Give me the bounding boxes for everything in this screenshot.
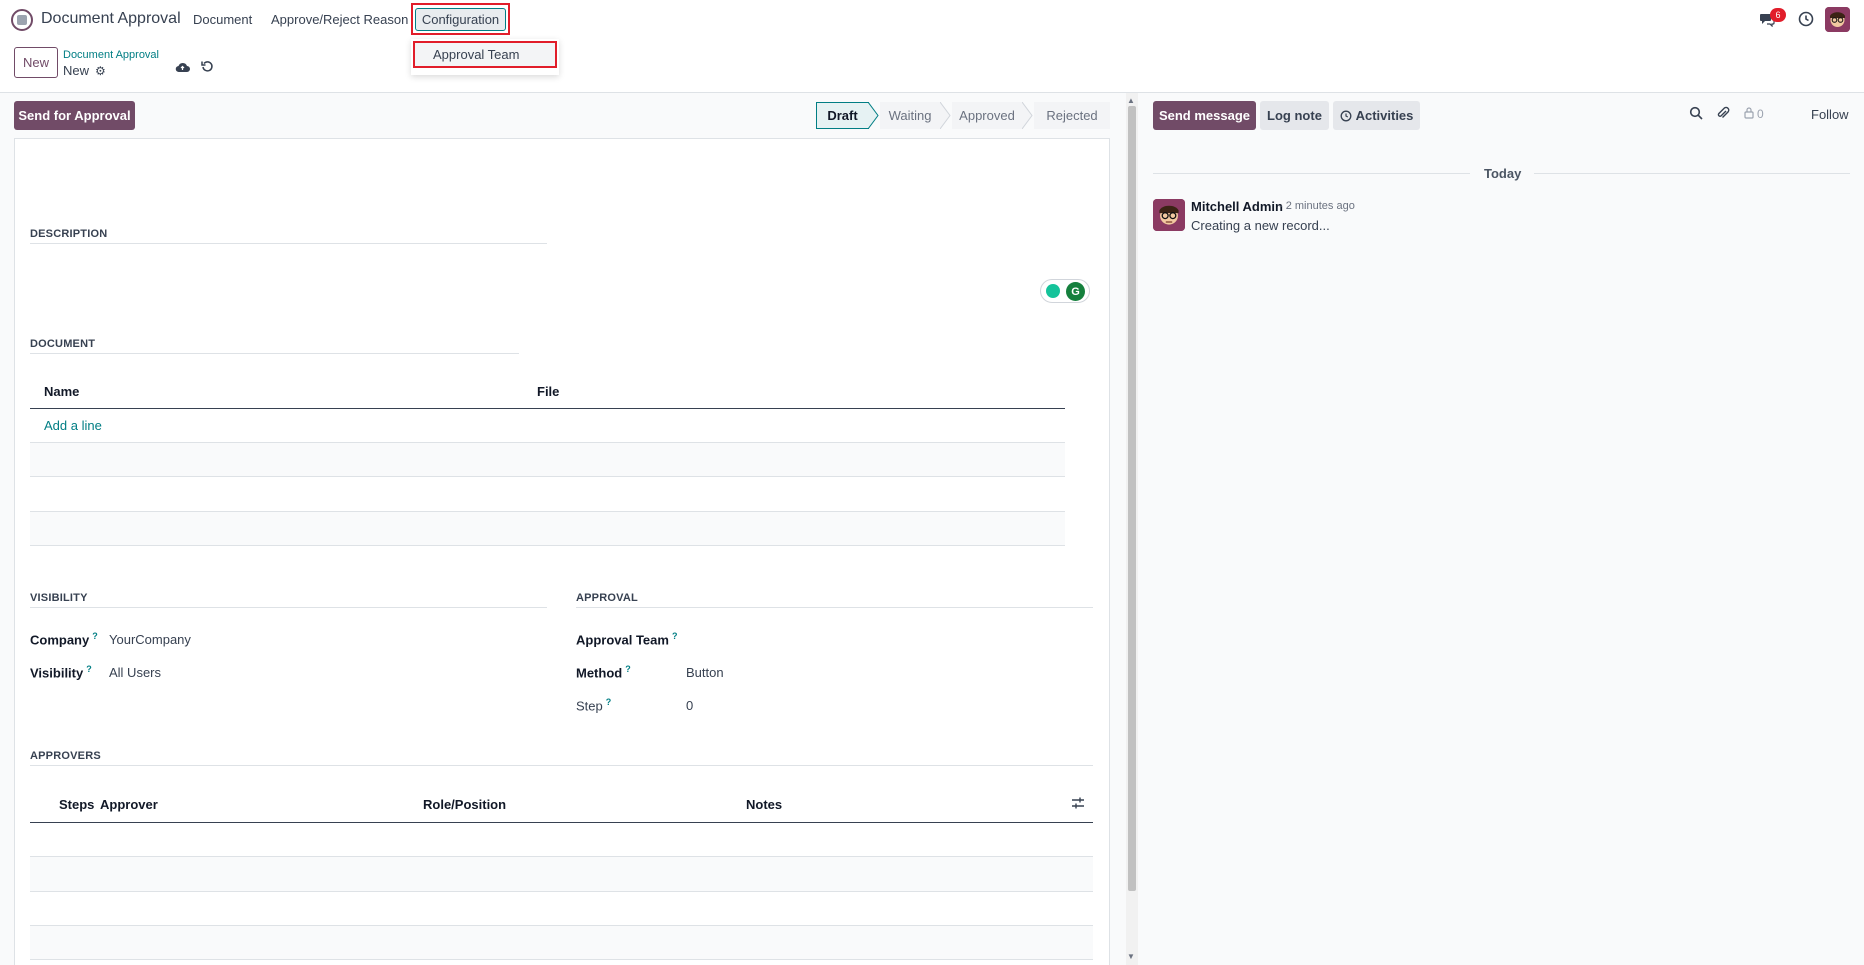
table-row-line: [30, 476, 1065, 477]
search-icon[interactable]: [1689, 106, 1703, 123]
help-tooltip-icon[interactable]: ?: [606, 697, 612, 707]
followers-lock-icon[interactable]: [1744, 106, 1754, 122]
grammarly-widget[interactable]: G: [1040, 279, 1090, 303]
method-value[interactable]: Button: [686, 665, 724, 680]
date-separator: Today: [1484, 166, 1522, 181]
messages-badge: 6: [1770, 8, 1786, 22]
stage-rejected[interactable]: Rejected: [1034, 102, 1110, 129]
company-label: Company?: [30, 631, 98, 647]
visibility-label-text: Visibility: [30, 665, 84, 681]
optional-columns-toggle-icon[interactable]: [1071, 796, 1085, 813]
section-divider: [576, 607, 1093, 608]
approval-team-label-text: Approval Team: [576, 632, 669, 648]
table-row: [30, 512, 1065, 545]
stage-approved[interactable]: Approved: [952, 102, 1022, 129]
grammarly-icon[interactable]: G: [1066, 282, 1085, 301]
stage-arrow: [1022, 102, 1033, 129]
activities-label: Activities: [1355, 108, 1414, 123]
app-icon[interactable]: [11, 9, 33, 31]
scroll-up-icon[interactable]: ▲: [1127, 96, 1135, 105]
approval-team-label: Approval Team?: [576, 631, 677, 647]
top-navbar: Document Approval Document Approve/Rejec…: [0, 0, 1864, 38]
section-title-visibility: VISIBILITY: [30, 592, 88, 604]
message-author-avatar[interactable]: [1153, 199, 1185, 231]
step-label-text: Step: [576, 698, 603, 714]
log-note-button[interactable]: Log note: [1260, 101, 1329, 130]
app-name[interactable]: Document Approval: [41, 10, 181, 28]
menu-configuration[interactable]: Configuration: [415, 8, 506, 31]
separator-line: [1534, 173, 1850, 174]
section-divider: [30, 607, 547, 608]
menu-document[interactable]: Document: [193, 12, 252, 27]
method-label: Method?: [576, 664, 631, 680]
message-body: Creating a new record...: [1191, 218, 1330, 233]
column-header-name[interactable]: Name: [44, 384, 79, 399]
breadcrumb-parent[interactable]: Document Approval: [63, 49, 159, 61]
help-tooltip-icon[interactable]: ?: [625, 664, 631, 674]
gear-icon[interactable]: ⚙: [95, 64, 106, 78]
activity-clock-icon[interactable]: [1796, 9, 1816, 29]
visibility-label: Visibility?: [30, 664, 92, 680]
table-header-line: [30, 408, 1065, 409]
company-label-text: Company: [30, 632, 90, 648]
user-avatar[interactable]: [1825, 7, 1850, 32]
table-row: [30, 443, 1065, 476]
section-title-document: DOCUMENT: [30, 338, 96, 350]
column-header-file[interactable]: File: [537, 384, 559, 399]
add-line-link[interactable]: Add a line: [44, 418, 102, 433]
column-header-steps[interactable]: Steps: [59, 797, 94, 812]
document-approval-icon: [17, 15, 27, 25]
section-divider: [30, 353, 519, 354]
form-sheet: [14, 138, 1110, 965]
stage-arrow: [940, 102, 951, 129]
follower-count: 0: [1757, 107, 1764, 121]
step-label: Step?: [576, 697, 611, 713]
activities-button[interactable]: Activities: [1333, 101, 1420, 130]
table-row: [30, 857, 1093, 891]
message-date: - 2 minutes ago: [1279, 200, 1355, 212]
new-button[interactable]: New: [14, 47, 58, 78]
help-tooltip-icon[interactable]: ?: [92, 631, 98, 641]
configuration-dropdown: Approval Team: [411, 39, 559, 75]
scrollbar-thumb[interactable]: [1128, 106, 1136, 891]
step-value: 0: [686, 698, 694, 713]
section-title-approval: APPROVAL: [576, 592, 638, 604]
menu-item-approval-team[interactable]: Approval Team: [413, 41, 557, 68]
breadcrumb-current: New: [63, 63, 90, 78]
clock-icon: [1340, 110, 1352, 121]
method-label-text: Method: [576, 665, 623, 681]
stage-waiting[interactable]: Waiting: [880, 102, 940, 129]
separator-line: [1153, 173, 1470, 174]
section-divider: [30, 243, 547, 244]
send-for-approval-button[interactable]: Send for Approval: [14, 101, 135, 130]
section-title-description: DESCRIPTION: [30, 228, 108, 240]
table-row-line: [30, 891, 1093, 892]
table-row: [30, 926, 1093, 959]
section-title-approvers: APPROVERS: [30, 750, 101, 762]
save-cloud-icon[interactable]: [175, 60, 190, 76]
send-message-button[interactable]: Send message: [1153, 101, 1256, 130]
help-tooltip-icon[interactable]: ?: [86, 664, 92, 674]
column-header-notes[interactable]: Notes: [746, 797, 782, 812]
table-row-line: [30, 959, 1093, 960]
visibility-value[interactable]: All Users: [109, 665, 161, 680]
table-row-line: [30, 545, 1065, 546]
column-header-role-position[interactable]: Role/Position: [423, 797, 506, 812]
stage-draft[interactable]: Draft: [816, 102, 869, 129]
discard-undo-icon[interactable]: [201, 60, 214, 76]
lightbulb-icon[interactable]: [1046, 284, 1060, 298]
section-divider: [30, 765, 1093, 766]
follow-button[interactable]: Follow: [1811, 107, 1849, 122]
table-header-line: [30, 822, 1093, 823]
company-value[interactable]: YourCompany: [109, 632, 191, 647]
help-tooltip-icon[interactable]: ?: [672, 631, 678, 641]
scroll-down-icon[interactable]: ▼: [1127, 952, 1135, 961]
column-header-approver[interactable]: Approver: [100, 797, 158, 812]
paperclip-icon[interactable]: [1716, 106, 1730, 123]
message-author[interactable]: Mitchell Admin: [1191, 199, 1283, 214]
stage-arrow: [868, 102, 879, 129]
menu-approve-reject-reason[interactable]: Approve/Reject Reason: [271, 12, 408, 27]
